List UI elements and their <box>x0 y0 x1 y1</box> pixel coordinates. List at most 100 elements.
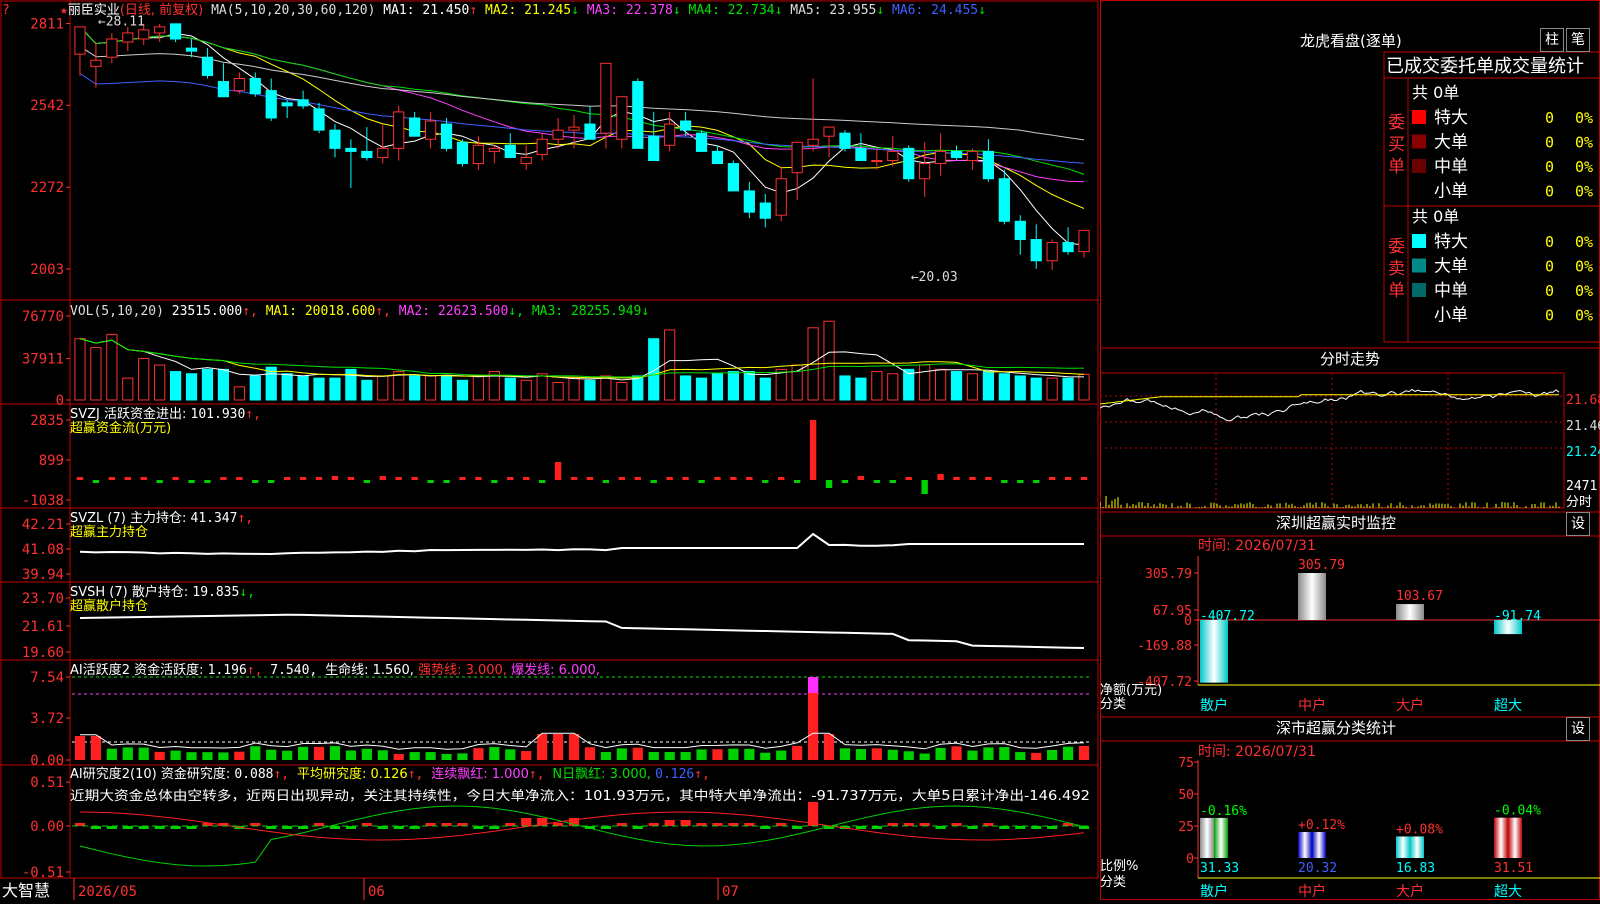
flow-bar <box>586 477 594 480</box>
sell-row-pct: 0% <box>1575 307 1593 325</box>
activity-bar <box>154 751 165 760</box>
stats-settings-button[interactable]: 设 <box>1566 717 1590 741</box>
volume-bar <box>616 381 628 401</box>
flow-bar <box>283 477 291 480</box>
ma-value-1: MA1: 21.450 <box>375 3 469 18</box>
bar-view-button[interactable]: 柱 <box>1540 28 1564 52</box>
fenshi-tick: 21.24 <box>1566 445 1600 460</box>
ma-line-MA6 <box>79 73 1085 164</box>
activity-bar <box>776 750 787 760</box>
volume-ma-line <box>79 338 1085 378</box>
ai-research-a4: ↑, <box>694 767 710 782</box>
candle-body <box>775 178 787 216</box>
kline-main-chart[interactable]: 2811254222722003←28.11←20.03★丽臣实业(日线, 前复… <box>0 0 1100 900</box>
vol-title: VOL(5,10,20) <box>70 304 172 319</box>
stats2-category: 超大 <box>1494 884 1522 900</box>
vol-ma2: MA2: 22623.500 <box>399 304 509 319</box>
activity-bar <box>313 746 325 760</box>
activity-bar <box>744 748 755 760</box>
monitor-category: 超大 <box>1494 698 1522 714</box>
flow-bar <box>762 480 769 483</box>
stats2-value: 31.51 <box>1494 861 1533 876</box>
volume-bar <box>998 373 1010 401</box>
candle-body <box>138 29 150 40</box>
flow-bar <box>746 477 753 480</box>
price-tick-label: 2542 <box>30 98 64 114</box>
ma-line-MA2 <box>79 26 1085 209</box>
buy-row-pct: 0% <box>1575 158 1593 176</box>
sub-tick-label: 21.61 <box>22 619 64 635</box>
activity-bar <box>919 753 930 760</box>
side-panel: 龙虎看盘(逐单) 已成交委托单成交量统计委买单委卖单共 0单共 0单 特大 0 0% 大单… <box>1099 0 1600 900</box>
volume-bar <box>823 320 835 401</box>
candle-body <box>711 150 724 165</box>
activity-bar <box>234 751 245 760</box>
flow-bar <box>793 480 801 483</box>
volume-bar <box>122 377 134 401</box>
volume-bar <box>217 368 230 401</box>
activity-bar <box>1047 749 1058 760</box>
candle-body <box>472 144 485 165</box>
candle-body <box>568 126 580 131</box>
candle-body <box>871 160 883 163</box>
monitor-title: 深圳超赢实时监控 <box>1276 514 1396 532</box>
volume-bar <box>297 375 309 401</box>
candle-body <box>409 117 421 137</box>
monitor-tick: 305.79 <box>1145 567 1192 582</box>
ai-research-a2: ↑, <box>408 767 431 782</box>
activity-bar <box>903 751 914 760</box>
activity-bar <box>935 747 946 760</box>
stats2-bar-b <box>1410 836 1424 858</box>
candle-body <box>456 141 469 165</box>
flow-bar <box>682 477 689 480</box>
stats2-bar-b <box>1508 817 1522 858</box>
ai-research-avg: 平均研究度: 0.126 <box>297 766 408 782</box>
flow-bar <box>427 480 434 483</box>
fenshi-title: 分时走势 <box>1320 350 1380 368</box>
activity-bar <box>855 749 867 760</box>
volume-bar <box>1014 375 1026 401</box>
sub-tick-label: 39.94 <box>22 567 64 583</box>
sell-row-swatch <box>1412 234 1426 248</box>
sub-tick-label: -1038 <box>22 493 64 509</box>
flow-bar <box>204 480 211 483</box>
candle-body <box>664 123 676 146</box>
volume-bar <box>711 373 724 401</box>
activity-bar <box>505 749 516 760</box>
volume-bar <box>154 364 166 401</box>
activity-bar <box>425 752 436 760</box>
stats2-bar-b <box>1312 831 1326 858</box>
vol-arrow: ↑, <box>242 304 265 319</box>
ma-title: MA(5,10,20,30,60,120) <box>203 3 375 18</box>
volume-bar <box>982 371 995 401</box>
candle-body <box>185 47 198 52</box>
volume-bar <box>919 364 931 401</box>
activity-bar <box>361 748 372 760</box>
buy-row-swatch <box>1412 183 1426 198</box>
volume-bar <box>74 338 86 401</box>
monitor-bar <box>1396 604 1424 620</box>
monitor-settings-button[interactable]: 设 <box>1566 512 1590 536</box>
volume-bar <box>90 346 102 401</box>
fenshi-price-line <box>1099 388 1560 422</box>
volume-bar <box>759 377 771 401</box>
activity-bar <box>967 750 978 760</box>
candle-body <box>154 26 166 34</box>
flow-bar <box>905 477 912 480</box>
flow-bar <box>459 477 466 480</box>
stats2-xlabel: 分类 <box>1100 875 1126 890</box>
vol-value: 23515.000 <box>172 304 242 319</box>
flow-bar <box>809 420 817 480</box>
buy-label-char: 委 <box>1388 113 1405 133</box>
candle-body <box>106 38 118 58</box>
candle-body <box>329 129 341 149</box>
volume-bar <box>887 373 899 401</box>
activity-bar <box>393 753 404 760</box>
monitor-bar-label: 305.79 <box>1298 558 1345 573</box>
vol-ma1-arrow: ↑, <box>375 304 398 319</box>
buy-row-pct: 0% <box>1575 134 1593 152</box>
stock-star: ★ <box>60 3 68 18</box>
candle-body <box>520 156 532 165</box>
flow-bar <box>236 477 243 480</box>
trade-view-button[interactable]: 笔 <box>1566 28 1590 52</box>
